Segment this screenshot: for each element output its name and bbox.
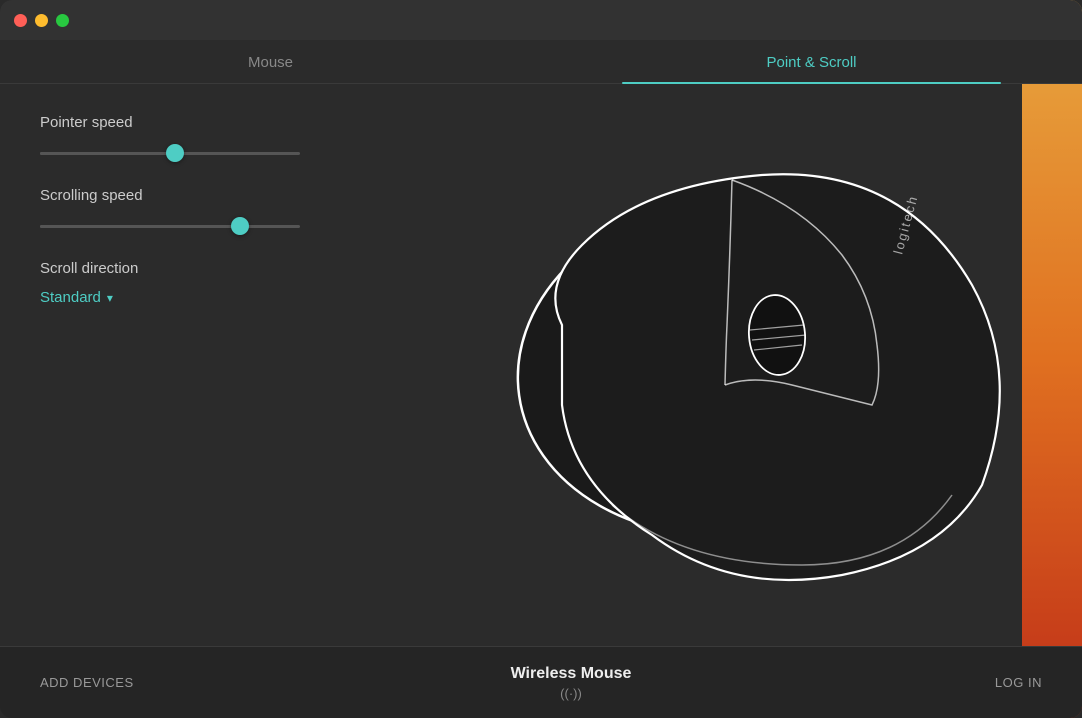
device-info: Wireless Mouse ((·)) xyxy=(160,665,982,701)
chevron-down-icon: ▾ xyxy=(107,291,113,305)
scrolling-speed-fill xyxy=(40,225,240,228)
scrolling-speed-slider-container xyxy=(40,216,390,236)
pointer-speed-label: Pointer speed xyxy=(40,114,390,131)
maximize-button[interactable] xyxy=(56,14,69,27)
scrolling-speed-label: Scrolling speed xyxy=(40,187,390,204)
scroll-direction-value: Standard xyxy=(40,289,101,306)
add-devices-link[interactable]: ADD DEVICES xyxy=(40,675,160,690)
tab-bar: Mouse Point & Scroll xyxy=(0,40,1082,84)
pointer-speed-thumb[interactable] xyxy=(166,144,184,162)
bottom-action-bar: ADD DEVICES Wireless Mouse ((·)) LOG IN xyxy=(0,646,1082,718)
mouse-image-area: logitech xyxy=(430,84,1082,646)
close-button[interactable] xyxy=(14,14,27,27)
pointer-speed-track xyxy=(40,152,300,155)
scrolling-speed-track xyxy=(40,225,300,228)
app-window: Mouse Point & Scroll Pointer speed Scro xyxy=(0,0,1082,718)
scroll-direction-group: Scroll direction Standard ▾ xyxy=(40,260,390,306)
settings-panel: Pointer speed Scrolling speed xyxy=(0,84,430,646)
scroll-direction-dropdown[interactable]: Standard ▾ xyxy=(40,289,390,306)
log-in-link[interactable]: LOG IN xyxy=(982,675,1042,690)
device-name: Wireless Mouse xyxy=(511,665,632,683)
pointer-speed-slider-container xyxy=(40,143,390,163)
mouse-illustration: logitech xyxy=(482,125,1002,605)
scroll-direction-label: Scroll direction xyxy=(40,260,390,277)
minimize-button[interactable] xyxy=(35,14,48,27)
tab-mouse[interactable]: Mouse xyxy=(0,40,541,83)
scrolling-speed-group: Scrolling speed xyxy=(40,187,390,236)
content-area: Pointer speed Scrolling speed xyxy=(0,84,1082,646)
pointer-speed-group: Pointer speed xyxy=(40,114,390,163)
title-bar xyxy=(0,0,1082,40)
tab-point-scroll[interactable]: Point & Scroll xyxy=(541,40,1082,83)
wifi-icon: ((·)) xyxy=(560,686,582,701)
pointer-speed-fill xyxy=(40,152,175,155)
scrolling-speed-thumb[interactable] xyxy=(231,217,249,235)
